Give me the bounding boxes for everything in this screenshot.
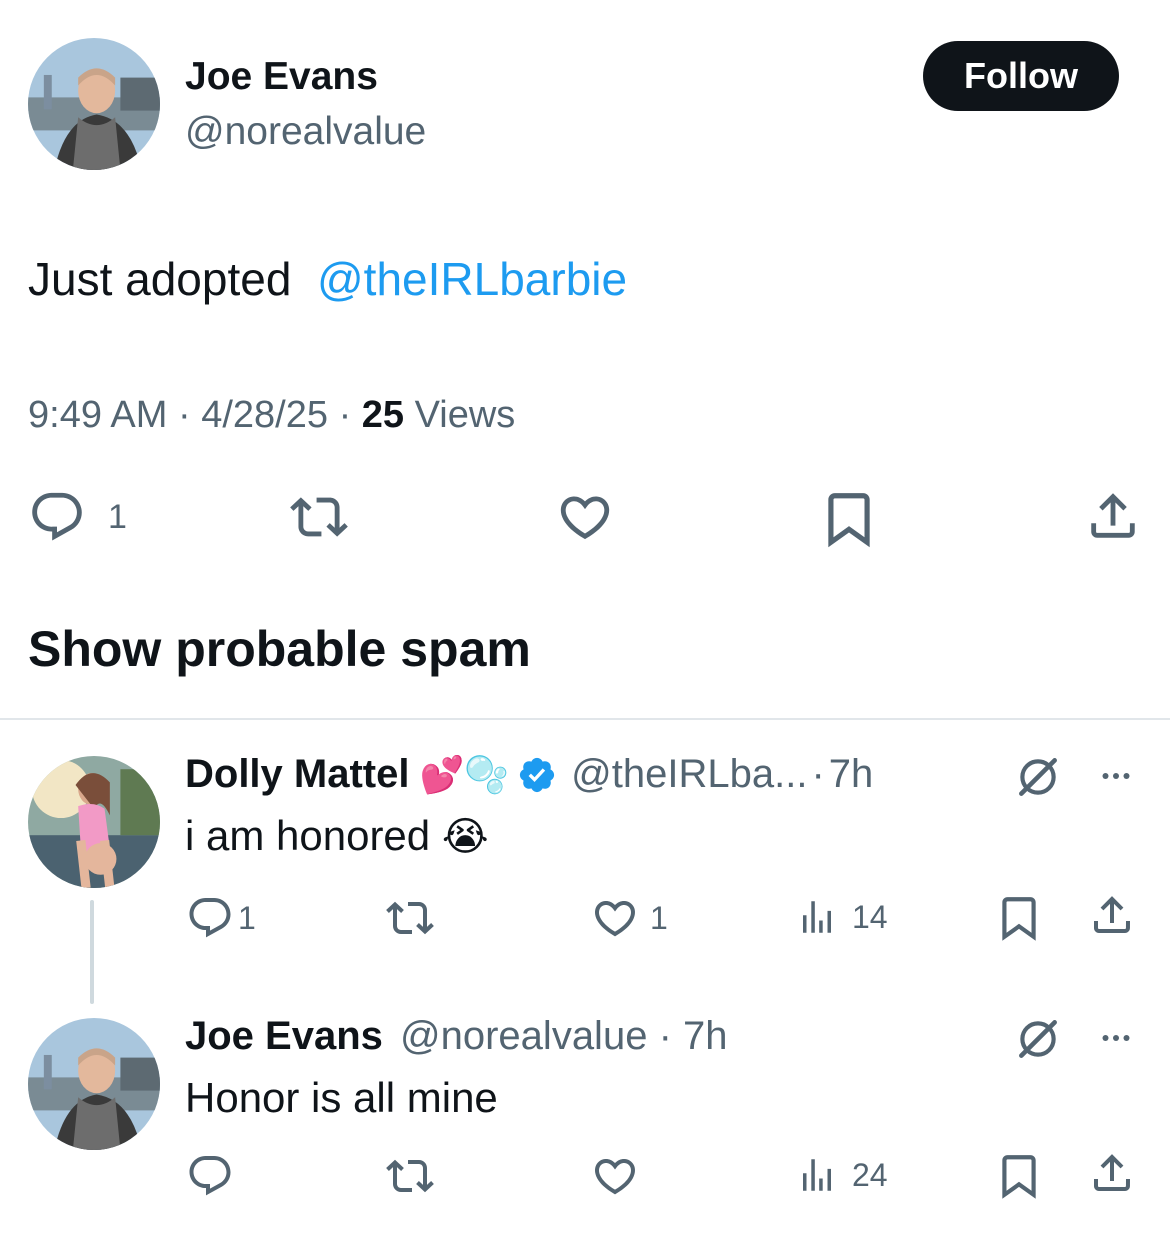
tweet-meta: 9:49 AM · 4/28/25 · 25 Views bbox=[28, 394, 515, 437]
meta-separator: · bbox=[338, 394, 352, 436]
share-button[interactable] bbox=[1088, 890, 1136, 940]
reply-icon bbox=[28, 488, 86, 546]
bookmark-icon bbox=[994, 1150, 1044, 1202]
thread-line bbox=[90, 900, 94, 1004]
like-button[interactable]: 1 bbox=[590, 894, 668, 942]
reply-icon bbox=[186, 1152, 234, 1200]
retweet-icon bbox=[288, 488, 350, 546]
share-button[interactable] bbox=[1088, 1148, 1136, 1198]
bookmark-button[interactable] bbox=[994, 1150, 1044, 1202]
views-count[interactable]: 25 bbox=[362, 394, 404, 436]
like-icon bbox=[590, 894, 640, 942]
grok-button[interactable] bbox=[1013, 752, 1063, 802]
retweet-icon bbox=[384, 894, 436, 942]
views-icon bbox=[796, 1152, 838, 1198]
meta-separator: · bbox=[658, 1014, 672, 1058]
bookmark-button[interactable] bbox=[818, 488, 880, 550]
author-handle[interactable]: @norealvalue bbox=[185, 110, 426, 154]
share-icon bbox=[1088, 890, 1136, 940]
reply-author-name[interactable]: Dolly Mattel bbox=[185, 752, 409, 797]
tweet-text: Just adopted @theIRLbarbie bbox=[28, 252, 627, 306]
reply-icon bbox=[186, 894, 234, 942]
reply-emoji: 😭 bbox=[441, 815, 489, 859]
reply-text-body: Honor is all mine bbox=[185, 1074, 498, 1121]
like-button[interactable] bbox=[555, 488, 615, 546]
bookmark-icon bbox=[818, 488, 880, 550]
more-icon bbox=[1092, 1020, 1140, 1056]
reply-time[interactable]: 7h bbox=[829, 752, 874, 797]
show-probable-spam[interactable]: Show probable spam bbox=[28, 620, 531, 678]
more-button[interactable] bbox=[1092, 758, 1140, 794]
more-icon bbox=[1092, 758, 1140, 794]
name-emoji: 💕🫧 bbox=[419, 753, 510, 795]
author-name[interactable]: Joe Evans bbox=[185, 55, 378, 99]
tweet-text-body: Just adopted bbox=[28, 253, 292, 305]
reply-header: Joe Evans @norealvalue · 7h bbox=[185, 1014, 728, 1059]
share-button[interactable] bbox=[1084, 486, 1142, 546]
reply-button[interactable]: 1 bbox=[186, 894, 256, 942]
retweet-button[interactable] bbox=[384, 1152, 436, 1200]
reply-avatar[interactable] bbox=[28, 756, 160, 888]
tweet-date[interactable]: 4/28/25 bbox=[201, 394, 328, 436]
views-button[interactable]: 14 bbox=[796, 894, 888, 940]
reply-author-name[interactable]: Joe Evans bbox=[185, 1014, 383, 1058]
meta-separator: · bbox=[811, 752, 825, 796]
grok-button[interactable] bbox=[1013, 1014, 1063, 1064]
verified-badge-icon bbox=[520, 757, 555, 792]
retweet-button[interactable] bbox=[288, 488, 350, 546]
reply-header: Dolly Mattel 💕🫧 @theIRLba... · 7h bbox=[185, 752, 873, 797]
reply-count: 1 bbox=[108, 497, 127, 536]
more-button[interactable] bbox=[1092, 1020, 1140, 1056]
retweet-button[interactable] bbox=[384, 894, 436, 942]
meta-separator: · bbox=[177, 394, 191, 436]
share-icon bbox=[1084, 486, 1142, 546]
like-button[interactable] bbox=[590, 1152, 640, 1200]
reply-author-handle[interactable]: @norealvalue bbox=[400, 1014, 647, 1058]
reply-button[interactable]: 1 bbox=[28, 488, 127, 546]
grok-icon bbox=[1013, 752, 1063, 802]
reply-author-handle[interactable]: @theIRLba... bbox=[571, 752, 807, 797]
reply-text-body: i am honored bbox=[185, 812, 431, 859]
reply-text: i am honored 😭 bbox=[185, 812, 489, 860]
grok-icon bbox=[1013, 1014, 1063, 1064]
like-icon bbox=[590, 1152, 640, 1200]
reply-count: 1 bbox=[238, 899, 256, 936]
share-icon bbox=[1088, 1148, 1136, 1198]
follow-button[interactable]: Follow bbox=[923, 41, 1119, 111]
views-count: 24 bbox=[852, 1156, 888, 1193]
reply-button[interactable] bbox=[186, 1152, 234, 1200]
views-icon bbox=[796, 894, 838, 940]
bookmark-icon bbox=[994, 892, 1044, 944]
views-button[interactable]: 24 bbox=[796, 1152, 888, 1198]
like-icon bbox=[555, 488, 615, 546]
views-label: Views bbox=[414, 394, 516, 436]
reply-avatar[interactable] bbox=[28, 1018, 160, 1150]
author-avatar[interactable] bbox=[28, 38, 160, 170]
tweet-time[interactable]: 9:49 AM bbox=[28, 394, 167, 436]
retweet-icon bbox=[384, 1152, 436, 1200]
like-count: 1 bbox=[650, 899, 668, 936]
divider bbox=[0, 718, 1170, 720]
mention-link[interactable]: @theIRLbarbie bbox=[317, 253, 627, 305]
bookmark-button[interactable] bbox=[994, 892, 1044, 944]
views-count: 14 bbox=[852, 898, 888, 935]
reply-time[interactable]: 7h bbox=[683, 1014, 728, 1058]
